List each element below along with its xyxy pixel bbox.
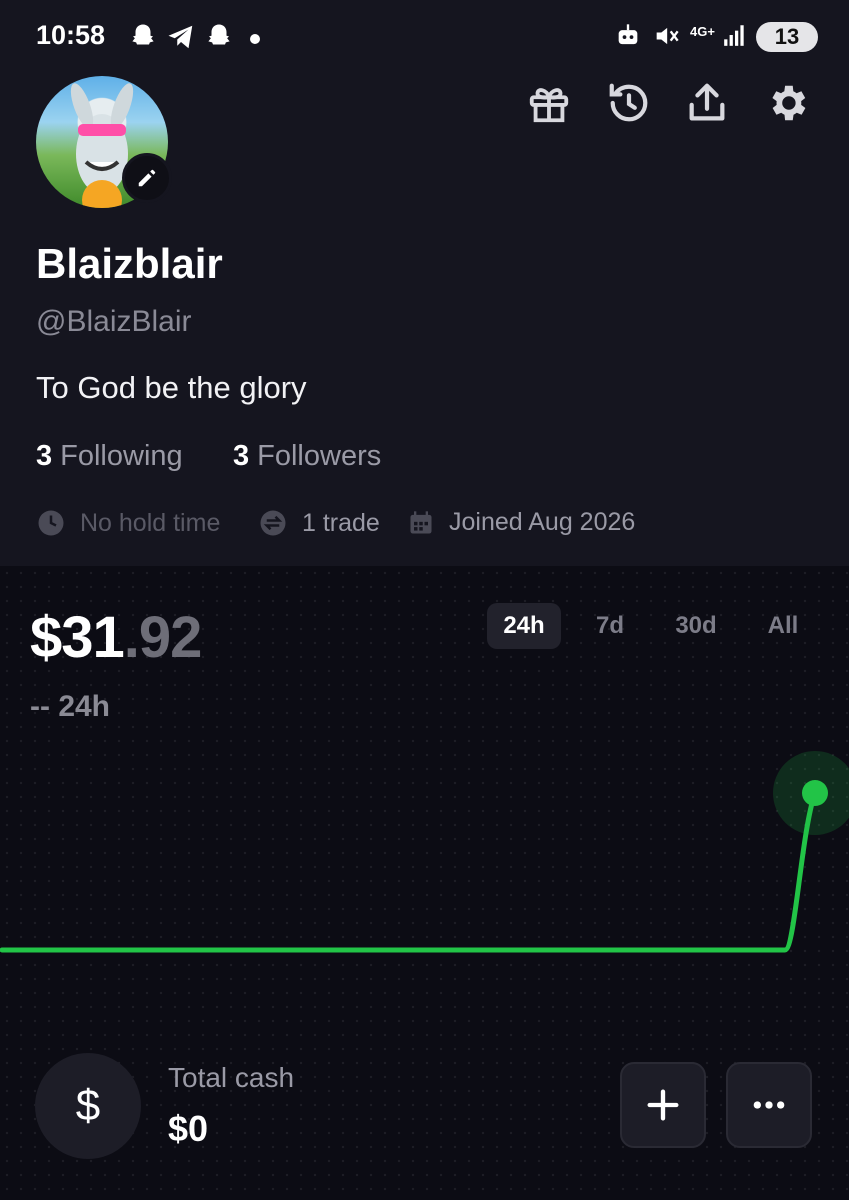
portfolio-chart [0,751,849,953]
profile-header: 10:58 4G+ 13 Blaizblair @BlaizBlair To G… [0,0,849,566]
display-name: Blaizblair [36,240,223,287]
followers-count: 3 [233,440,250,472]
followers-label: Followers [257,440,382,472]
following-label: Following [60,440,183,472]
network-label: 4G+ [690,24,715,39]
following-count: 3 [36,440,53,472]
user-bio: To God be the glory [36,370,307,405]
snapchat-icon-2 [208,24,230,45]
chart-line [0,790,818,953]
tab-all[interactable]: All [752,603,814,649]
joined-meta: Joined Aug 2026 [407,508,635,537]
history-icon[interactable] [606,80,652,126]
gift-icon[interactable] [526,80,572,126]
joined-date: Joined Aug 2026 [449,508,636,536]
dollar-icon: $ [75,1081,101,1130]
robot-icon [618,24,638,45]
share-icon[interactable] [684,80,730,126]
battery-indicator: 13 [756,22,818,52]
tab-24h[interactable]: 24h [487,603,561,649]
swap-icon [260,510,286,536]
clock-icon [38,510,64,536]
hold-time: No hold time [80,508,221,537]
status-time: 10:58 [36,20,106,50]
portfolio-value: $31.92 [30,604,203,671]
telegram-icon [168,25,193,49]
portfolio-value-cents: .92 [123,605,203,670]
calendar-icon [410,510,432,533]
portfolio-change: -- 24h [30,690,111,723]
more-button[interactable] [726,1062,812,1148]
chart-point-current [802,780,828,806]
pencil-icon [138,169,156,187]
cash-label: Total cash [168,1062,295,1093]
snapchat-icon [132,24,154,45]
cash-value: $0 [168,1108,209,1149]
followers-link[interactable]: 3 Followers [233,440,381,473]
trades-meta: 1 trade [258,508,380,538]
hold-time-meta: No hold time [36,508,220,538]
tab-7d[interactable]: 7d [580,603,640,649]
notification-dot-icon [250,34,260,44]
signal-icon [724,25,744,46]
cash-icon: $ [35,1053,141,1159]
trade-count: 1 trade [302,508,380,537]
status-bar: 10:58 4G+ 13 [0,0,849,76]
tab-30d[interactable]: 30d [660,603,732,649]
following-link[interactable]: 3 Following [36,440,183,473]
settings-icon[interactable] [764,80,810,126]
user-handle: @BlaizBlair [36,305,192,338]
edit-avatar-button[interactable] [122,153,172,203]
battery-level: 13 [774,24,800,49]
add-button[interactable] [620,1062,706,1148]
portfolio-value-whole: $31 [30,605,125,670]
add-icon [647,1089,679,1121]
mute-icon [656,27,679,45]
more-icon [753,1101,785,1109]
